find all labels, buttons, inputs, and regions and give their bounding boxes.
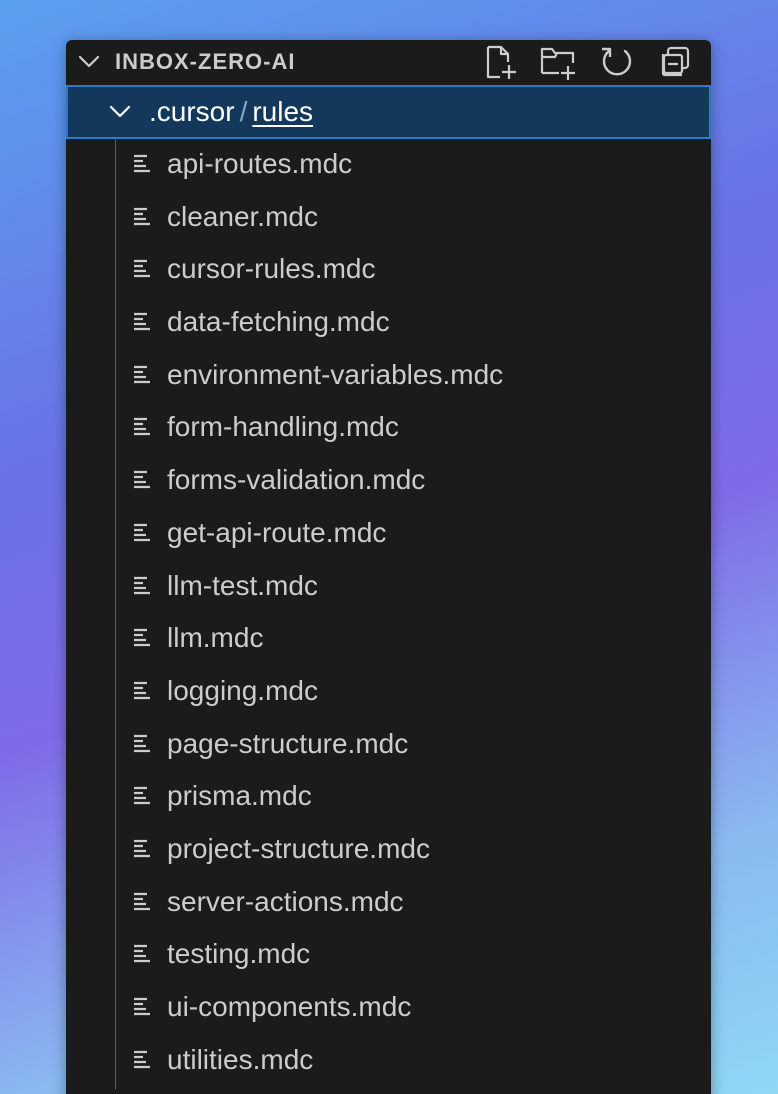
file-item[interactable]: data-fetching.mdc [66, 297, 711, 350]
file-label: environment-variables.mdc [167, 358, 504, 390]
chevron-down-icon[interactable] [108, 102, 132, 122]
file-lines-icon [134, 734, 150, 752]
file-lines-icon [134, 523, 150, 541]
chevron-down-icon[interactable] [77, 52, 101, 72]
file-item[interactable]: ui-components.mdc [66, 982, 711, 1035]
folder-cursor-rules[interactable]: .cursor / rules [66, 85, 711, 139]
file-label: api-routes.mdc [167, 148, 353, 179]
file-lines-icon [134, 629, 150, 647]
file-lines-icon [134, 997, 150, 1016]
file-lines-icon [134, 207, 150, 225]
collapse-all-icon [661, 46, 690, 77]
file-label: utilities.mdc [167, 1043, 314, 1075]
file-label: forms-validation.mdc [167, 464, 426, 496]
new-folder-icon [540, 47, 575, 80]
file-item[interactable]: api-routes.mdc [66, 139, 711, 192]
file-item[interactable]: server-actions.mdc [66, 877, 711, 930]
file-label: server-actions.mdc [167, 885, 404, 917]
file-item[interactable]: logging.mdc [66, 666, 711, 719]
file-label: llm.mdc [167, 622, 264, 654]
subfolder-name[interactable]: rules [252, 96, 313, 127]
refresh-icon [602, 47, 632, 76]
file-lines-icon [134, 681, 150, 699]
file-lines-icon [134, 365, 150, 383]
file-label: get-api-route.mdc [167, 516, 387, 548]
file-list: api-routes.mdc cleaner.mdc cursor-rules.md… [66, 139, 711, 1087]
explorer-panel: INBOX-ZERO-AI .cursor / rules api-routes… [66, 40, 711, 1094]
file-label: testing.mdc [167, 938, 311, 970]
file-lines-icon [134, 945, 150, 963]
file-item[interactable]: project-structure.mdc [66, 824, 711, 877]
file-lines-icon [134, 312, 150, 331]
file-label: form-handling.mdc [167, 411, 399, 443]
file-item[interactable]: environment-variables.mdc [66, 350, 711, 403]
file-item[interactable]: llm.mdc [66, 613, 711, 666]
file-lines-icon [134, 471, 150, 489]
collapse-all-button[interactable] [655, 43, 695, 81]
path-separator: / [239, 96, 248, 127]
explorer-header[interactable]: INBOX-ZERO-AI [66, 40, 711, 85]
file-label: project-structure.mdc [167, 832, 430, 864]
file-item[interactable]: llm-test.mdc [66, 561, 711, 614]
new-file-button[interactable] [481, 43, 521, 81]
file-item[interactable]: get-api-route.mdc [66, 508, 711, 561]
file-label: ui-components.mdc [167, 991, 412, 1022]
new-folder-button[interactable] [539, 43, 579, 81]
file-label: cursor-rules.mdc [167, 253, 376, 285]
file-label: page-structure.mdc [167, 727, 409, 759]
file-label: logging.mdc [167, 674, 318, 706]
file-lines-icon [134, 787, 150, 805]
file-item[interactable]: form-handling.mdc [66, 402, 711, 455]
project-title: INBOX-ZERO-AI [115, 49, 296, 74]
file-label: cleaner.mdc [167, 200, 318, 232]
file-item[interactable]: testing.mdc [66, 929, 711, 982]
file-lines-icon [134, 154, 150, 173]
file-item[interactable]: page-structure.mdc [66, 719, 711, 772]
file-lines-icon [134, 576, 150, 594]
file-label: llm-test.mdc [167, 569, 318, 601]
file-item[interactable]: forms-validation.mdc [66, 455, 711, 508]
file-item[interactable]: utilities.mdc [66, 1035, 711, 1088]
file-item[interactable]: cleaner.mdc [66, 192, 711, 245]
file-lines-icon [134, 1050, 150, 1068]
explorer-actions [481, 43, 695, 81]
file-lines-icon [134, 892, 150, 910]
file-lines-icon [134, 839, 150, 858]
file-item[interactable]: cursor-rules.mdc [66, 244, 711, 297]
file-lines-icon [134, 418, 150, 436]
folder-name[interactable]: .cursor [149, 96, 235, 127]
folder-path: .cursor / rules [149, 96, 313, 128]
refresh-button[interactable] [597, 43, 637, 81]
file-item[interactable]: prisma.mdc [66, 771, 711, 824]
file-label: prisma.mdc [167, 780, 312, 812]
new-file-icon [486, 45, 516, 79]
file-label: data-fetching.mdc [167, 306, 390, 338]
file-lines-icon [134, 260, 150, 278]
